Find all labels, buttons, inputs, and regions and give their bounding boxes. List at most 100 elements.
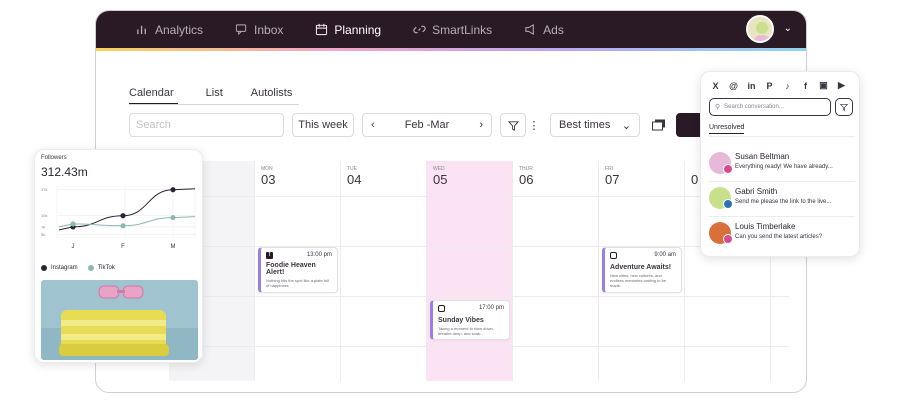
chevron-left-icon[interactable]: ‹: [371, 119, 375, 131]
calendar-toolbar: Search This week ‹ Feb -Mar › ⋮ Best tim…: [129, 113, 706, 137]
day-column-today[interactable]: WED 05: [427, 161, 513, 381]
post-description: New cities, new cultures, and endless me…: [610, 273, 667, 289]
message-preview: Everything ready! We have already...: [735, 164, 833, 170]
post-title: Foodie Heaven Alert!: [266, 262, 316, 276]
chart-legend: Instagram TikTok: [41, 265, 115, 271]
post-card[interactable]: 9:00 am Adventure Awaits! New cities, ne…: [602, 247, 682, 293]
filter-button[interactable]: [500, 113, 526, 137]
post-card[interactable]: 17:00 pm Sunday Vibes Taking a moment to…: [430, 300, 510, 340]
nav-ads[interactable]: Ads: [524, 23, 564, 37]
filter-icon: [507, 120, 519, 131]
sort-label: Best times: [559, 119, 611, 131]
followers-card: Followers 312.43m 17k 10k 7k 5k J F M Instagra…: [34, 149, 203, 363]
nav-label: SmartLinks: [432, 22, 493, 37]
tab-list[interactable]: List: [206, 87, 223, 105]
calendar-icon: [316, 23, 328, 36]
tab-autolists[interactable]: Autolists: [251, 87, 293, 105]
social-icons: X @ in P ♪ f ▣ ▶: [709, 79, 853, 92]
post-image: [41, 280, 198, 360]
day-column[interactable]: THUR 06: [513, 161, 599, 381]
linkedin-icon[interactable]: in: [745, 79, 758, 92]
legend-dot-instagram: [41, 265, 47, 271]
y-tick-label: 17k: [41, 187, 47, 192]
more-options-icon[interactable]: ⋮: [526, 113, 542, 137]
nav-inbox[interactable]: Inbox: [235, 23, 283, 37]
nav-smartlinks[interactable]: SmartLinks: [413, 23, 492, 37]
conversation-item[interactable]: Gabri Smith Send me please the link to t…: [709, 185, 855, 217]
data-point: [70, 221, 76, 227]
nav-planning[interactable]: Planning: [315, 23, 381, 37]
data-point: [120, 213, 126, 219]
day-number: 07: [605, 172, 620, 187]
grid-line: [169, 196, 789, 197]
tabs-divider: [129, 104, 299, 105]
day-number: 0: [691, 172, 699, 187]
nav-analytics[interactable]: Analytics: [136, 23, 203, 37]
post-title: Adventure Awaits!: [610, 264, 672, 271]
chevron-down-icon: ⌄: [621, 119, 631, 132]
facebook-icon[interactable]: f: [799, 79, 812, 92]
post-time: 17:00 pm: [478, 305, 504, 311]
inbox-card: X @ in P ♪ f ▣ ▶ ⚲ Search conversation..…: [700, 71, 860, 257]
this-week-button[interactable]: This week: [292, 113, 354, 137]
pinterest-icon[interactable]: P: [763, 79, 776, 92]
legend-dot-tiktok: [87, 265, 94, 271]
instagram-icon: [438, 305, 445, 312]
x-tick-label: J: [72, 244, 75, 250]
filter-icon: [840, 104, 848, 111]
linkedin-badge-icon: [723, 199, 733, 209]
conversation-item[interactable]: Susan Beltman Everything ready! We have …: [709, 150, 855, 182]
date-range-label: Feb -Mar: [404, 119, 450, 131]
top-navigation: Analytics Inbox Planning SmartLinks Ads …: [96, 11, 806, 48]
chevron-down-icon[interactable]: ⌄: [784, 23, 792, 34]
sort-select[interactable]: Best times ⌄: [550, 113, 640, 137]
instagram-icon: [610, 252, 617, 259]
followers-label: Followers: [41, 155, 67, 161]
data-point: [120, 223, 126, 229]
view-tabs: Calendar List Autolists: [129, 87, 320, 105]
day-column[interactable]: TUE 04: [341, 161, 427, 381]
conversation-item[interactable]: Louis Timberlake Can you send the latest…: [709, 220, 855, 252]
nav-label: Ads: [543, 22, 564, 37]
filter-button[interactable]: [835, 98, 853, 116]
nav-label: Inbox: [254, 22, 284, 37]
instagram-icon[interactable]: ▣: [817, 79, 830, 92]
post-title: Sunday Vibes: [438, 317, 484, 324]
message-preview: Send me please the link to the live...: [735, 199, 832, 205]
contact-name: Gabri Smith: [735, 187, 778, 196]
link-icon: [413, 25, 426, 34]
x-tick-label: F: [121, 244, 125, 250]
conversation-search-input[interactable]: ⚲ Search conversation...: [709, 98, 831, 116]
message-preview: Can you send the latest articles?: [735, 234, 823, 240]
tab-calendar[interactable]: Calendar: [129, 87, 178, 105]
search-input[interactable]: Search: [129, 113, 284, 137]
day-number: 03: [261, 172, 276, 187]
date-range-picker[interactable]: ‹ Feb -Mar ›: [362, 113, 492, 137]
post-description: Taking a moment to slow down, breathe de…: [438, 326, 494, 337]
youtube-icon[interactable]: ▶: [835, 79, 848, 92]
unresolved-tab[interactable]: Unresolved: [709, 124, 745, 134]
followers-value: 312.43m: [41, 165, 88, 179]
threads-icon[interactable]: @: [727, 79, 740, 92]
y-tick-label: 7k: [41, 224, 45, 229]
x-icon[interactable]: X: [709, 79, 722, 92]
post-card[interactable]: f 13:00 pm Foodie Heaven Alert! Nothing …: [258, 247, 338, 293]
legend-label: Instagram: [51, 265, 78, 271]
nav-label: Planning: [334, 22, 382, 37]
divider: [709, 136, 855, 137]
day-number: 06: [519, 172, 534, 187]
user-avatar[interactable]: [746, 15, 774, 43]
instagram-badge-icon: [723, 164, 733, 174]
post-description: Nothing hits the spot like a plate full …: [266, 278, 329, 289]
x-tick-label: M: [171, 244, 176, 250]
bar-chart-icon: [137, 25, 146, 35]
contact-name: Louis Timberlake: [735, 222, 796, 231]
images-icon: [652, 119, 665, 131]
megaphone-icon: [525, 23, 534, 36]
facebook-icon: f: [266, 252, 273, 259]
gallery-icon[interactable]: [648, 113, 670, 137]
tiktok-icon[interactable]: ♪: [781, 79, 794, 92]
chevron-right-icon[interactable]: ›: [479, 119, 483, 131]
grid-line: [169, 346, 789, 347]
data-point: [170, 214, 176, 221]
